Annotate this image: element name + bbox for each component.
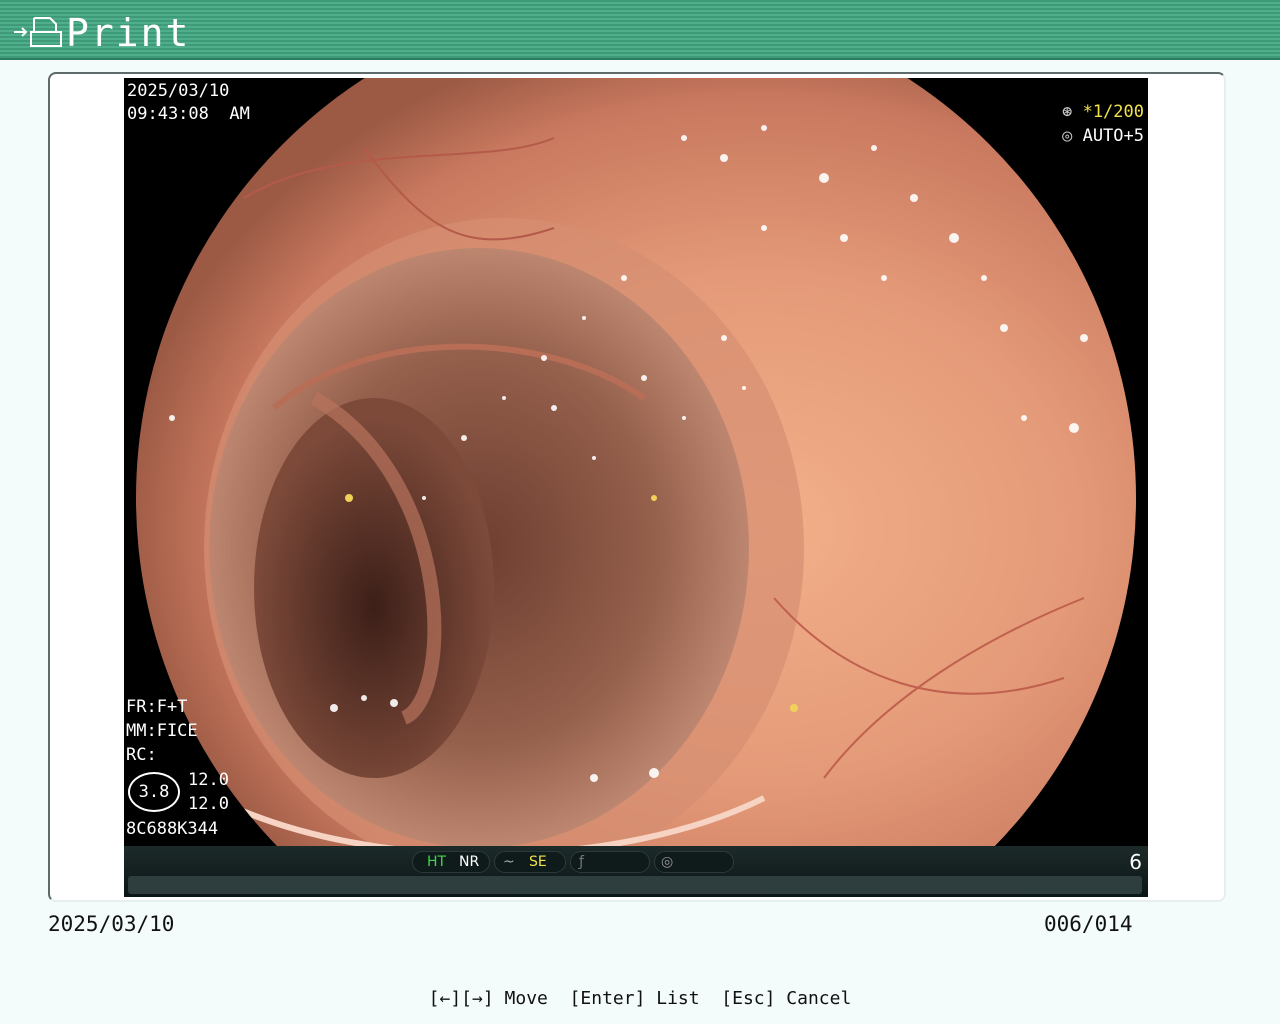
- mm-label: MM:FICE: [126, 721, 198, 741]
- shutter-symbol: *: [1082, 102, 1093, 122]
- se-label: SE: [529, 854, 547, 870]
- frame-number: 6: [1129, 850, 1142, 874]
- status-bar: [128, 876, 1142, 894]
- se-pill: ~ SE: [494, 851, 566, 873]
- value-bottom: 12.0: [188, 794, 229, 814]
- endoscopic-view-image: [136, 78, 1136, 897]
- iris-icon: ◎: [1062, 126, 1073, 146]
- serial-number: 8C688K344: [126, 819, 219, 839]
- image-time: 09:43:08 AM: [127, 104, 250, 124]
- print-icon: [14, 17, 62, 47]
- mode-pill: ◎: [654, 851, 734, 873]
- keyboard-hints: [←][→] Move [Enter] List [Esc] Cancel: [428, 988, 852, 1009]
- nr-label: NR: [459, 854, 480, 870]
- value-top: 12.0: [188, 770, 229, 790]
- function-pill: ƒ: [570, 851, 650, 873]
- footer-date: 2025/03/10: [48, 912, 175, 936]
- auto-readout: ◎ AUTO+5: [1062, 126, 1144, 146]
- ht-label: HT: [427, 854, 447, 870]
- rc-label: RC:: [126, 745, 157, 765]
- page-title: Print: [66, 11, 191, 55]
- title-bar: Print: [0, 0, 1280, 60]
- auto-value: AUTO+5: [1082, 126, 1144, 146]
- mode-icon: ◎: [661, 854, 674, 870]
- shutter-readout: ⊛ *1/200: [1062, 102, 1144, 122]
- function-icon: ƒ: [579, 854, 584, 870]
- image-date: 2025/03/10: [127, 81, 230, 101]
- fr-label: FR:F+T: [126, 697, 188, 717]
- status-strip: HT NR ~ SE ƒ ◎ 6: [124, 846, 1148, 897]
- endoscope-image[interactable]: 2025/03/10 09:43:08 AM ⊛ *1/200 ◎ AUTO+5…: [124, 78, 1148, 897]
- shutter-icon: ⊛: [1062, 102, 1073, 122]
- zoom-badge: 3.8: [128, 772, 180, 812]
- shutter-value: 1/200: [1092, 102, 1144, 122]
- image-counter: 006/014: [1044, 912, 1133, 936]
- ht-nr-pill: HT NR: [412, 851, 490, 873]
- curve-icon: ~: [503, 854, 515, 870]
